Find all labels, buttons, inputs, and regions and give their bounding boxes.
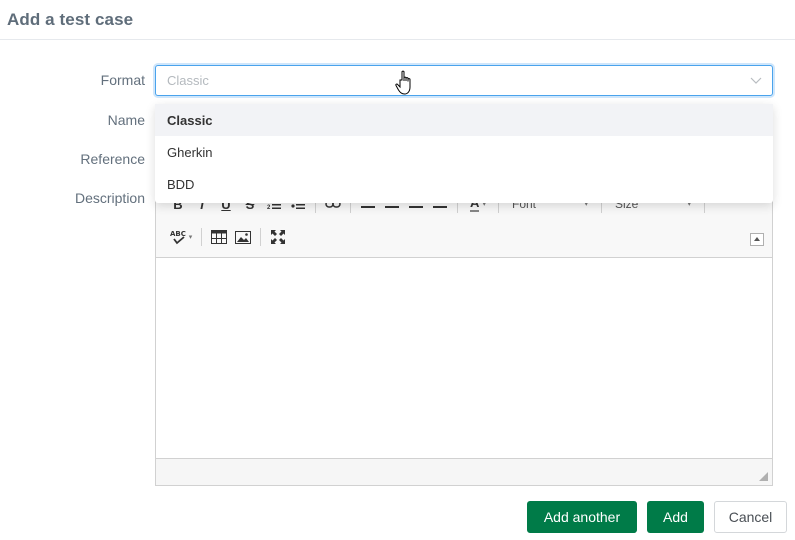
toolbar-collapse-button[interactable]	[750, 233, 764, 246]
description-editor: B I U S 2 ▾ Font ▾ Size ▾ ABC ▾	[155, 185, 773, 486]
image-button[interactable]	[231, 226, 255, 248]
format-dropdown-menu: Classic Gherkin BDD	[155, 104, 773, 203]
add-button[interactable]: Add	[647, 501, 704, 533]
hand-pointer-cursor-icon	[395, 70, 411, 95]
dialog-header: Add a test case	[0, 0, 795, 40]
toolbar-separator	[201, 228, 202, 246]
resize-grip-icon[interactable]	[759, 472, 768, 481]
toolbar-row-2: ABC ▾	[166, 225, 290, 249]
caret-down-icon: ▾	[188, 234, 193, 241]
dropdown-option-bdd[interactable]: BDD	[155, 168, 773, 200]
dialog-title: Add a test case	[7, 10, 134, 29]
svg-text:2: 2	[267, 205, 271, 210]
format-select[interactable]: Classic	[155, 65, 773, 96]
spellcheck-icon: ABC	[170, 230, 186, 245]
image-icon	[235, 230, 251, 244]
format-label: Format	[100, 72, 145, 88]
table-button[interactable]	[207, 226, 231, 248]
toolbar-separator	[260, 228, 261, 246]
reference-label: Reference	[80, 151, 145, 167]
add-another-button[interactable]: Add another	[527, 501, 637, 533]
name-label: Name	[107, 112, 145, 128]
maximize-icon	[271, 230, 285, 244]
dropdown-option-gherkin[interactable]: Gherkin	[155, 136, 773, 168]
cancel-button[interactable]: Cancel	[714, 501, 787, 533]
maximize-button[interactable]	[266, 226, 290, 248]
editor-statusbar	[156, 458, 772, 485]
chevron-down-icon	[750, 77, 762, 84]
spellcheck-button[interactable]: ABC ▾	[166, 226, 196, 248]
table-icon	[211, 230, 227, 244]
format-select-value: Classic	[167, 73, 209, 88]
description-label: Description	[74, 190, 145, 206]
dropdown-option-classic[interactable]: Classic	[155, 104, 773, 136]
description-content-area[interactable]	[156, 259, 772, 459]
